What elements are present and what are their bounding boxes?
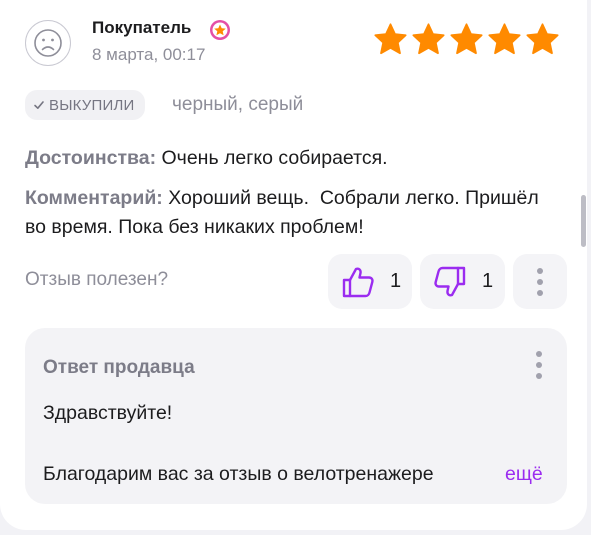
review-menu-button[interactable] [513,254,567,309]
review-card: Покупатель 8 марта, 00:17 ВЫКУПИЛИ черны… [0,0,587,530]
product-variant: черный, серый [172,94,304,115]
comment-label: Комментарий: [25,187,163,209]
author-name[interactable]: Покупатель [92,18,191,38]
purchased-badge: ВЫКУПИЛИ [25,90,145,120]
seller-reply-greeting: Здравствуйте! [43,402,173,424]
pros-text: Очень легко собирается. [161,147,388,169]
pros-label: Достоинства: [25,147,157,169]
flower-badge-icon [209,19,231,41]
more-vertical-icon [536,351,542,379]
rating-stars [373,22,560,57]
star-icon [412,23,445,55]
review-date: 8 марта, 00:17 [92,45,206,64]
dislike-count: 1 [482,270,494,292]
scrollbar[interactable] [581,195,586,247]
like-count: 1 [390,270,402,292]
check-icon [34,101,44,109]
star-icon [450,23,483,55]
purchased-label: ВЫКУПИЛИ [49,96,135,114]
star-icon [526,23,559,55]
seller-reply-title: Ответ продавца [43,357,195,378]
star-icon [488,23,521,55]
like-button[interactable]: 1 [328,254,412,309]
thumbs-up-icon [342,267,374,297]
more-vertical-icon [537,267,543,296]
seller-reply-body: Благодарим вас за отзыв о велотренажере [43,463,434,485]
star-icon [374,23,407,55]
seller-reply: Ответ продавца Здравствуйте! Благодарим … [25,328,567,504]
reply-menu-button[interactable] [531,348,547,382]
comment-section: Комментарий: Хороший вещь. Собрали легко… [25,184,565,242]
helpful-question: Отзыв полезен? [25,269,169,290]
show-more-link[interactable]: ещё [505,463,543,486]
thumbs-down-icon [434,266,466,296]
dislike-button[interactable]: 1 [420,254,505,309]
user-avatar-icon [25,20,71,66]
pros-section: Достоинства: Очень легко собирается. [25,145,388,171]
